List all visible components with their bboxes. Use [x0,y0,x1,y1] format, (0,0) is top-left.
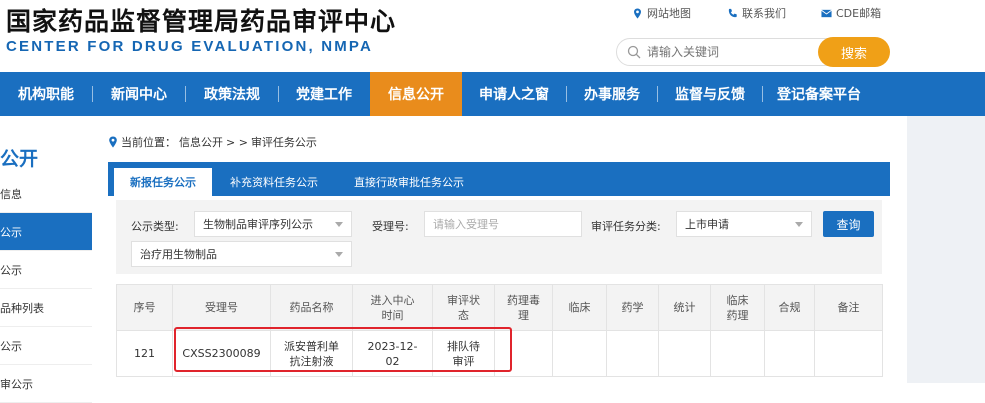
chevron-down-icon [335,222,343,227]
task-table: 序号 受理号 药品名称 进入中心 时间 审评状态药理毒理临床 药学 统计 临床 药理 合规 备注 12… [116,284,883,377]
column-header: 进入中心 时间 [352,284,433,331]
table-cell: 121 [116,330,173,377]
column-header: 备注 [814,284,883,331]
table-cell [814,330,883,377]
sidebar-item[interactable]: 公示 [0,251,92,289]
column-header: 药学 [606,284,659,331]
accept-no-label: 受理号: [372,220,409,233]
tab-new-tasks[interactable]: 新报任务公示 [114,168,212,196]
site-title-en: CENTER FOR DRUG EVALUATION, NMPA [6,38,374,55]
subcategory-select[interactable]: 治疗用生物制品 [131,241,352,267]
table-cell [764,330,815,377]
search-input[interactable] [647,45,807,59]
toplink-label: 联系我们 [742,7,786,20]
nav-item-info-public[interactable]: 信息公开 [370,72,462,116]
tab-supplement-tasks[interactable]: 补充资料任务公示 [212,168,336,196]
breadcrumb-prefix: 当前位置： [121,136,176,149]
table-cell [552,330,607,377]
table-cell [494,330,553,377]
query-button[interactable]: 查询 [823,211,874,237]
chevron-down-icon [335,252,343,257]
search-button[interactable]: 搜索 [818,37,890,67]
column-header: 药理毒理 [494,284,553,331]
right-margin [907,116,985,383]
nav-item-policy[interactable]: 政策法规 [186,72,278,116]
map-pin-icon [634,7,641,19]
toplink-label: 网站地图 [647,7,691,20]
table-cell [710,330,765,377]
search-box [616,38,828,66]
table-cell [606,330,659,377]
nav-item-news[interactable]: 新闻中心 [93,72,185,116]
column-header: 审评状态 [432,284,495,331]
nav-item-supervision[interactable]: 监督与反馈 [658,72,762,116]
column-header: 临床 药理 [710,284,765,331]
chevron-down-icon [795,222,803,227]
mail-icon [821,9,832,17]
tab-direct-approval-tasks[interactable]: 直接行政审批任务公示 [336,168,482,196]
table-cell: 2023-12- 02 [352,330,433,377]
type-select-value: 生物制品审评序列公示 [203,218,313,231]
sidebar-item[interactable]: 信息 [0,175,92,213]
toplink-mail[interactable]: CDE邮箱 [821,5,881,21]
nav-item-services[interactable]: 办事服务 [567,72,657,116]
column-header: 受理号 [172,284,271,331]
site-title-cn[interactable]: 国家药品监督管理局药品审评中心 [6,2,396,38]
nav-item-applicant[interactable]: 申请人之窗 [462,72,566,116]
column-header: 统计 [658,284,711,331]
site-header: 国家药品监督管理局药品审评中心 CENTER FOR DRUG EVALUATI… [0,0,985,72]
table-header-row: 序号 受理号 药品名称 进入中心 时间 审评状态药理毒理临床 药学 统计 临床 药理 合规 备注 [116,284,883,331]
sidebar-item[interactable]: 公示 [0,327,92,365]
phone-icon [728,8,737,17]
toplink-label: CDE邮箱 [836,7,882,20]
toplink-sitemap[interactable]: 网站地图 [632,5,691,21]
table-row[interactable]: 121 CXSS2300089 派安普利单 抗注射液 2023-12- 02 排队待 审评 [116,330,883,377]
sidebar-item-active[interactable]: 公示 [0,213,92,251]
toplink-contact[interactable]: 联系我们 [727,5,786,21]
type-select[interactable]: 生物制品审评序列公示 [194,211,352,237]
sidebar-item[interactable]: 审公示 [0,365,92,403]
table-cell: CXSS2300089 [172,330,271,377]
tab-bar: 新报任务公示 补充资料任务公示 直接行政审批任务公示 [108,162,890,196]
column-header: 合规 [764,284,815,331]
breadcrumb-separator: > > [226,135,248,149]
nav-item-registration[interactable]: 登记备案平台 [763,72,875,116]
nav-item-institution[interactable]: 机构职能 [0,72,92,116]
breadcrumb-current: 审评任务公示 [250,136,317,149]
category-select-value: 上市申请 [685,218,729,231]
column-header: 药品名称 [270,284,353,331]
column-header: 序号 [116,284,173,331]
nav-item-party[interactable]: 党建工作 [279,72,369,116]
location-pin-icon [109,136,117,148]
breadcrumb-link-info[interactable]: 信息公开 [179,134,223,150]
table-cell: 排队待 审评 [432,330,495,377]
table-cell: 派安普利单 抗注射液 [270,330,353,377]
breadcrumb: 当前位置： 信息公开 > > 审评任务公示 [108,134,317,150]
table-cell [658,330,711,377]
sidebar-title: 公开 [0,148,39,170]
search-icon [627,45,641,59]
accept-no-placeholder: 请输入受理号 [433,218,499,231]
subcategory-select-value: 治疗用生物制品 [140,248,217,261]
sidebar-item[interactable]: 品种列表 [0,289,92,327]
category-label: 审评任务分类: [591,220,661,233]
column-header: 临床 [552,284,607,331]
category-select[interactable]: 上市申请 [676,211,812,237]
type-label: 公示类型: [131,220,179,233]
main-nav: 机构职能 新闻中心 政策法规 党建工作 信息公开 申请人之窗 办事服务 监督与反… [0,72,985,116]
accept-no-input[interactable]: 请输入受理号 [424,211,582,237]
